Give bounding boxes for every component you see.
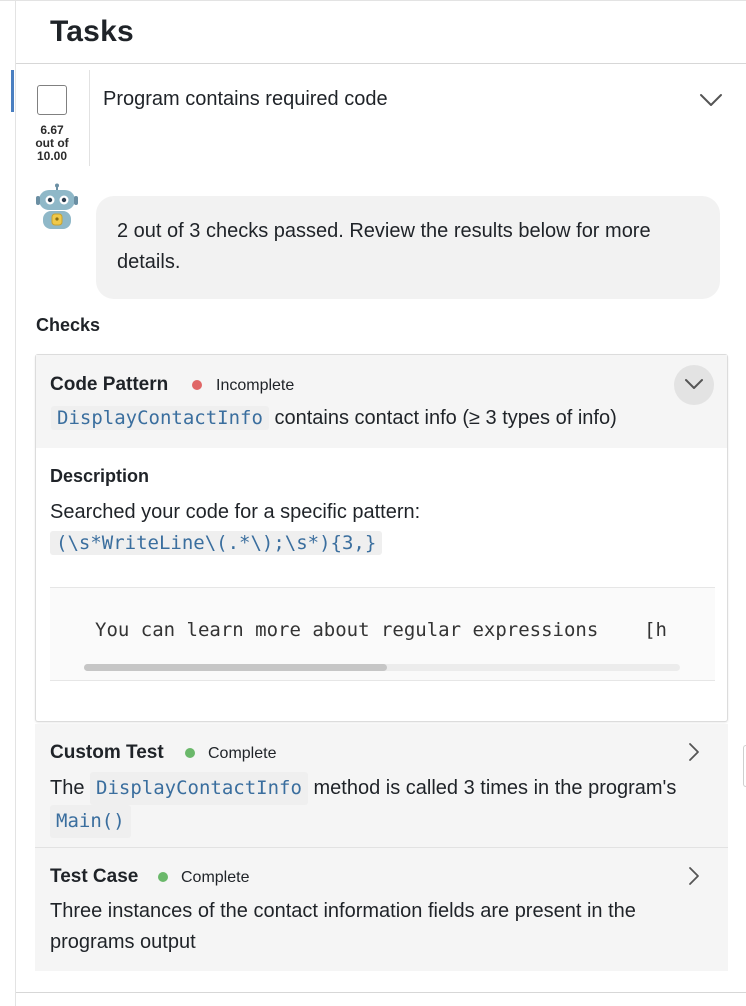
checks-heading: Checks: [36, 315, 101, 335]
description-text: method is called 3 times in the program'…: [313, 777, 677, 799]
check-summary-text: contains contact info (≥ 3 types of info…: [274, 407, 617, 429]
check-card-test-case[interactable]: Test Case Complete Three instances of th…: [35, 848, 728, 971]
footer-divider: [16, 992, 746, 993]
task-active-indicator: [11, 70, 14, 112]
status-dot-incomplete: [192, 380, 202, 390]
task-checkbox[interactable]: [37, 85, 67, 115]
check-card-header[interactable]: Code Pattern Incomplete DisplayContactIn…: [36, 355, 727, 448]
check-type-label: Test Case: [50, 866, 139, 887]
chevron-down-icon: [685, 379, 703, 389]
collapse-button[interactable]: [674, 365, 714, 405]
description-text: Searched your code for a specific patter…: [50, 501, 421, 523]
horizontal-scrollbar[interactable]: [84, 664, 680, 671]
code-block-text: You can learn more about regular express…: [95, 619, 667, 641]
status-dot-complete: [158, 872, 168, 882]
code-snippet: DisplayContactInfo: [51, 406, 269, 430]
assistant-message: 2 out of 3 checks passed. Review the res…: [96, 196, 720, 299]
check-type-label: Custom Test: [50, 742, 164, 763]
description-text: The: [50, 777, 85, 799]
task-title[interactable]: Program contains required code: [103, 88, 388, 111]
status-label: Complete: [208, 745, 277, 762]
scrollbar-thumb[interactable]: [84, 664, 387, 671]
check-card-custom-test[interactable]: Custom Test Complete The DisplayContactI…: [35, 724, 728, 847]
code-snippet: DisplayContactInfo: [90, 772, 308, 805]
task-divider: [89, 70, 90, 166]
panel-header: Tasks: [16, 1, 746, 64]
description-heading: Description: [50, 466, 150, 486]
status-label: Incomplete: [216, 377, 295, 394]
regex-pattern: (\s*WriteLine\(.*\);\s*){3,}: [50, 531, 383, 555]
task-score-total: 10.00: [36, 149, 68, 163]
chevron-right-icon[interactable]: [688, 742, 700, 762]
check-type-label: Code Pattern: [50, 374, 169, 395]
chevron-down-icon[interactable]: [699, 92, 723, 108]
check-description: Three instances of the contact informati…: [50, 900, 636, 953]
check-description: The DisplayContactInfo method is called …: [50, 772, 690, 838]
frame-left-border: [15, 0, 16, 1006]
status-label: Complete: [181, 869, 250, 886]
check-summary: DisplayContactInfo contains contact info…: [51, 406, 617, 430]
code-snippet: Main(): [50, 805, 131, 838]
check-card-code-pattern: Code Pattern Incomplete DisplayContactIn…: [35, 354, 728, 722]
page-title: Tasks: [50, 15, 134, 48]
robot-icon: [36, 183, 78, 229]
code-block[interactable]: You can learn more about regular express…: [50, 587, 715, 681]
chevron-right-icon[interactable]: [688, 866, 700, 886]
status-dot-complete: [185, 748, 195, 758]
task-score: 6.67 out of 10.00: [26, 124, 78, 163]
regex-code: (\s*WriteLine\(.*\);\s*){3,}: [50, 531, 383, 555]
